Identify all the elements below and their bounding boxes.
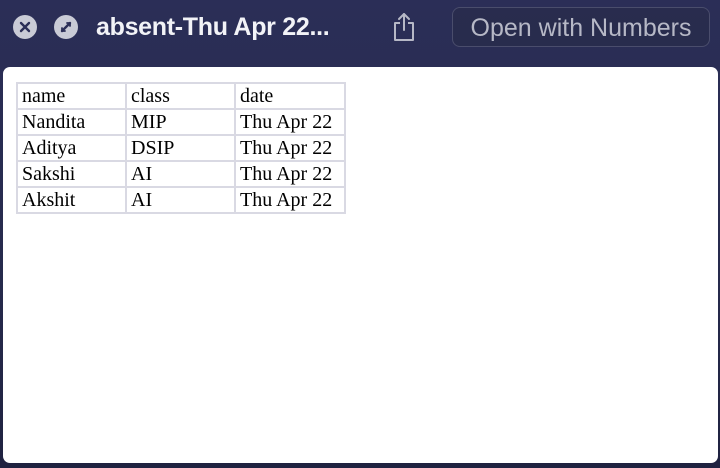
open-with-numbers-button[interactable]: Open with Numbers (452, 7, 710, 47)
table-row: Aditya DSIP Thu Apr 22 (16, 134, 346, 162)
cell-date: Thu Apr 22 (234, 108, 346, 136)
table-row: Sakshi AI Thu Apr 22 (16, 160, 346, 188)
cell-name: Aditya (16, 134, 127, 162)
cell-name: Nandita (16, 108, 127, 136)
column-header-date: date (234, 82, 346, 110)
quicklook-titlebar: absent-Thu Apr 22... Open with Numbers (0, 0, 720, 62)
close-button[interactable] (13, 15, 37, 39)
cell-class: DSIP (125, 134, 236, 162)
share-icon (394, 13, 414, 41)
spreadsheet-preview: name class date Nandita MIP Thu Apr 22 A… (3, 67, 718, 463)
cell-class: AI (125, 160, 236, 188)
cell-date: Thu Apr 22 (234, 134, 346, 162)
table-row: Nandita MIP Thu Apr 22 (16, 108, 346, 136)
cell-date: Thu Apr 22 (234, 186, 346, 214)
window-title: absent-Thu Apr 22... (96, 13, 330, 41)
column-header-name: name (16, 82, 127, 110)
close-x-icon (19, 21, 31, 33)
cell-date: Thu Apr 22 (234, 160, 346, 188)
fullscreen-button[interactable] (54, 15, 78, 39)
cell-name: Akshit (16, 186, 127, 214)
column-header-class: class (125, 82, 236, 110)
cell-class: AI (125, 186, 236, 214)
table-row: Akshit AI Thu Apr 22 (16, 186, 346, 214)
fullscreen-slash-icon (60, 21, 72, 33)
cell-class: MIP (125, 108, 236, 136)
table-header-row: name class date (16, 82, 346, 110)
data-table: name class date Nandita MIP Thu Apr 22 A… (16, 82, 346, 214)
cell-name: Sakshi (16, 160, 127, 188)
share-button[interactable] (388, 10, 420, 44)
